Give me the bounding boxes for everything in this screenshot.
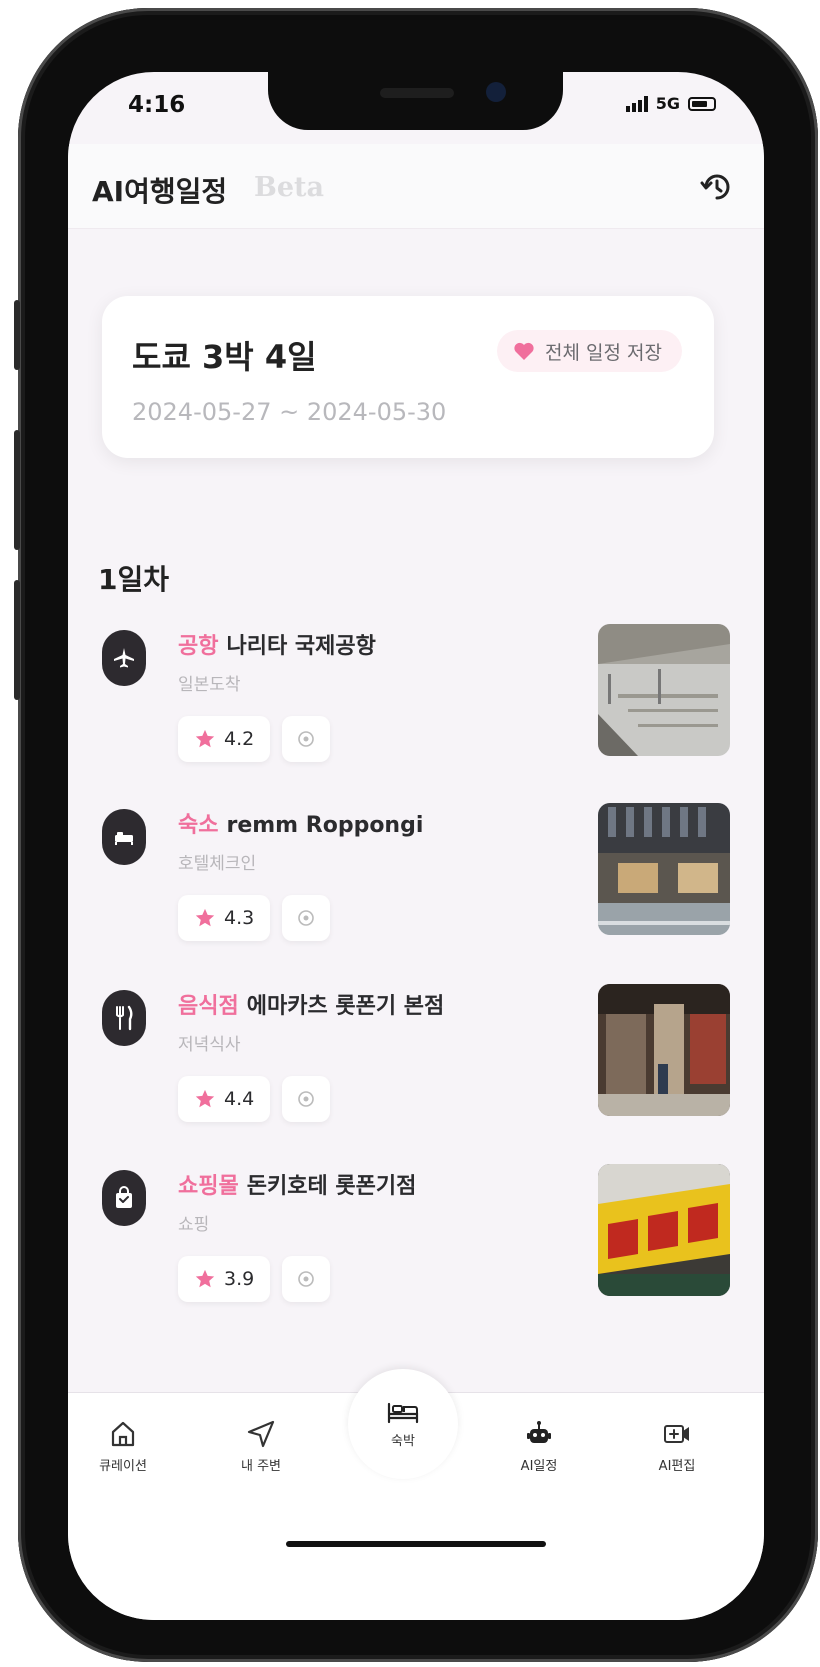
navigation-arrow-icon — [247, 1420, 275, 1448]
place-photo[interactable] — [598, 624, 730, 756]
place-title: remm Roppongi — [226, 813, 424, 838]
phone-side-button — [14, 580, 20, 700]
place-item[interactable]: 쇼핑몰 돈키호테 롯폰기점 쇼핑 3.9 — [68, 1164, 764, 1304]
tab-lodging[interactable]: 숙박 — [348, 1369, 458, 1479]
place-category: 숙소 — [178, 813, 219, 838]
save-all-label: 전체 일정 저장 — [545, 341, 662, 364]
signal-icon — [625, 95, 648, 112]
place-name: 쇼핑몰 돈키호테 롯폰기점 — [178, 1168, 416, 1200]
location-button[interactable] — [282, 1076, 330, 1122]
trip-dates: 2024-05-27 ~ 2024-05-30 — [132, 398, 447, 426]
place-category: 쇼핑몰 — [178, 1174, 239, 1199]
place-title: 나리타 국제공항 — [226, 634, 376, 659]
location-target-icon — [298, 910, 314, 926]
save-all-button[interactable]: 전체 일정 저장 — [497, 330, 682, 372]
place-subtitle: 일본도착 — [178, 675, 241, 695]
tab-ai-schedule[interactable]: AI일정 — [484, 1419, 594, 1474]
home-icon — [111, 1421, 135, 1447]
rating-badge: 4.2 — [178, 716, 271, 762]
notch — [268, 72, 563, 130]
tab-label: AI편집 — [658, 1459, 696, 1474]
location-target-icon — [298, 1271, 314, 1287]
star-icon — [195, 1089, 215, 1108]
camera — [486, 82, 506, 102]
beta-badge: Beta — [254, 172, 324, 203]
status-time: 4:16 — [128, 92, 186, 118]
rating-value: 3.9 — [224, 1268, 255, 1290]
place-subtitle: 쇼핑 — [178, 1215, 210, 1235]
tab-label: 내 주변 — [240, 1459, 281, 1474]
tab-label: 큐레이션 — [99, 1459, 147, 1474]
phone-screen: 4:16 5G AI여행일정 Beta 도쿄 3박 4일 2024-05-27 … — [68, 72, 764, 1620]
heart-icon — [514, 342, 534, 360]
star-icon — [195, 1269, 215, 1288]
network-type: 5G — [655, 94, 680, 113]
phone-side-button — [14, 430, 20, 550]
place-photo[interactable] — [598, 984, 730, 1116]
trip-title: 도쿄 3박 4일 — [132, 338, 317, 376]
place-name: 숙소 remm Roppongi — [178, 807, 423, 839]
bottom-tab-bar: 숙박 큐레이션 내 주변 AI일정 AI편집 — [68, 1369, 764, 1620]
location-target-icon — [298, 731, 314, 747]
robot-icon — [527, 1421, 551, 1443]
place-name: 공항 나리타 국제공항 — [178, 628, 376, 660]
phone-side-button — [14, 300, 20, 370]
rating-badge: 4.4 — [178, 1076, 271, 1122]
shopping-bag-icon — [102, 1170, 146, 1226]
history-icon[interactable] — [698, 168, 736, 206]
place-subtitle: 호텔체크인 — [178, 854, 257, 874]
trip-summary-card: 도쿄 3박 4일 2024-05-27 ~ 2024-05-30 전체 일정 저… — [102, 296, 714, 458]
place-photo[interactable] — [598, 803, 730, 935]
rating-value: 4.3 — [224, 907, 255, 929]
star-icon — [195, 908, 215, 927]
place-category: 음식점 — [178, 994, 239, 1019]
bed-icon — [387, 1402, 419, 1423]
place-item[interactable]: 숙소 remm Roppongi 호텔체크인 4.3 — [68, 803, 764, 943]
status-indicators: 5G — [625, 94, 716, 113]
tab-curation[interactable]: 큐레이션 — [68, 1419, 178, 1474]
rating-badge: 3.9 — [178, 1256, 271, 1302]
tab-label: 숙박 — [391, 1433, 415, 1449]
tab-label: AI일정 — [520, 1459, 558, 1474]
place-category: 공항 — [178, 634, 219, 659]
rating-badge: 4.3 — [178, 895, 271, 941]
place-title: 에마카츠 롯폰기 본점 — [246, 994, 445, 1019]
place-title: 돈키호테 롯폰기점 — [246, 1174, 417, 1199]
airplane-icon — [102, 630, 146, 686]
location-button[interactable] — [282, 1256, 330, 1302]
location-target-icon — [298, 1091, 314, 1107]
rating-value: 4.2 — [224, 728, 255, 750]
place-name: 음식점 에마카츠 롯폰기 본점 — [178, 988, 444, 1020]
location-button[interactable] — [282, 716, 330, 762]
speaker — [380, 88, 454, 98]
place-subtitle: 저녁식사 — [178, 1035, 241, 1055]
home-indicator — [286, 1541, 546, 1547]
day-title: 1일차 — [98, 563, 170, 596]
app-header: AI여행일정 Beta — [68, 144, 764, 229]
place-item[interactable]: 공항 나리타 국제공항 일본도착 4.2 — [68, 624, 764, 764]
rating-value: 4.4 — [224, 1088, 255, 1110]
tab-nearby[interactable]: 내 주변 — [206, 1419, 316, 1474]
fork-knife-icon — [102, 990, 146, 1046]
place-photo[interactable] — [598, 1164, 730, 1296]
battery-icon — [688, 96, 716, 111]
page-title: AI여행일정 — [92, 175, 228, 208]
video-edit-icon — [664, 1425, 689, 1443]
tab-ai-edit[interactable]: AI편집 — [622, 1419, 732, 1474]
location-button[interactable] — [282, 895, 330, 941]
star-icon — [195, 729, 215, 748]
bed-icon — [102, 809, 146, 865]
place-item[interactable]: 음식점 에마카츠 롯폰기 본점 저녁식사 4.4 — [68, 984, 764, 1124]
